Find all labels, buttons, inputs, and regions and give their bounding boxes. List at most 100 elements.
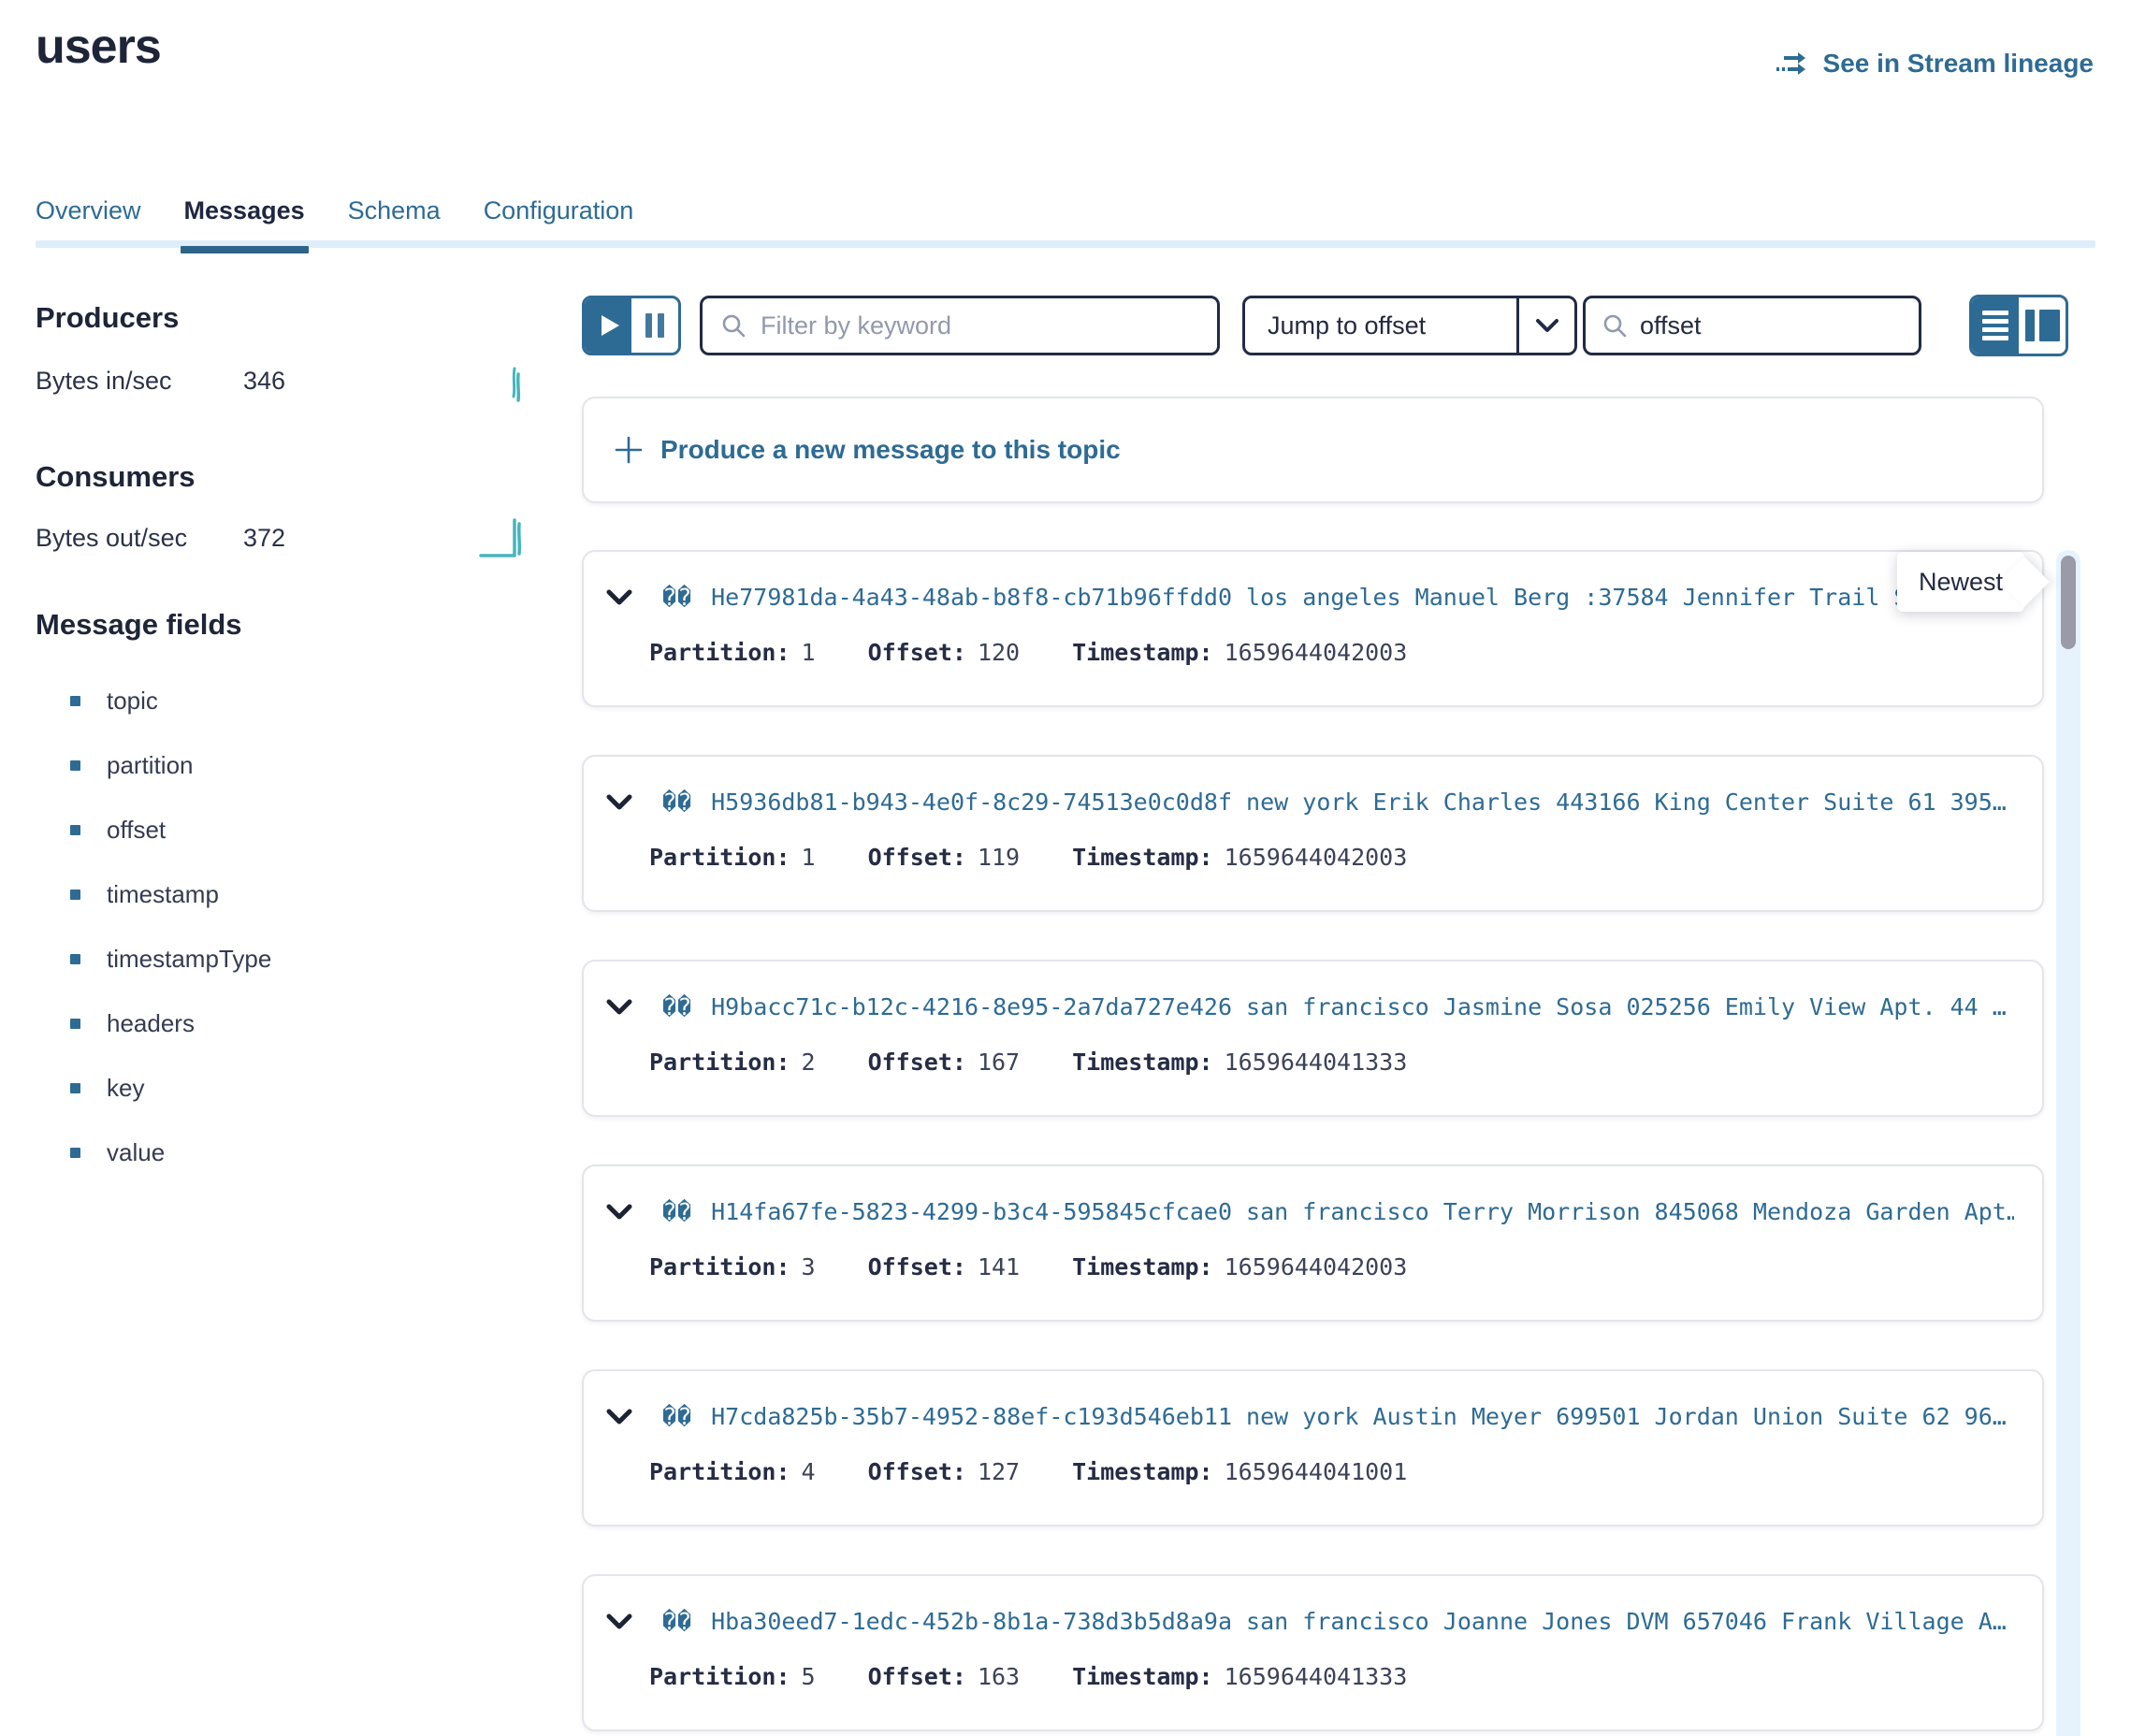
field-item-partition[interactable]: partition <box>36 751 428 780</box>
offset-value: 127 <box>978 1458 1020 1485</box>
message-row[interactable]: �� H9bacc71c-b12c-4216-8e95-2a7da727e426… <box>582 960 2044 1117</box>
chevron-down-icon[interactable] <box>606 1409 632 1425</box>
timestamp-value: 1659644041333 <box>1225 1663 1408 1690</box>
offset-label: Offset: <box>868 1253 966 1280</box>
field-item-offset[interactable]: offset <box>36 816 428 845</box>
message-row[interactable]: �� Hba30eed7-1edc-452b-8b1a-738d3b5d8a9a… <box>582 1574 2044 1731</box>
message-row[interactable]: �� H5936db81-b943-4e0f-8c29-74513e0c0d8f… <box>582 755 2044 912</box>
field-label: key <box>107 1074 144 1103</box>
partition-label: Partition: <box>649 1253 790 1280</box>
field-item-value[interactable]: value <box>36 1138 428 1167</box>
partition-value: 5 <box>802 1663 816 1690</box>
producers-sparkline <box>505 361 529 406</box>
partition-value: 4 <box>802 1458 816 1485</box>
timestamp-value: 1659644042003 <box>1225 639 1408 666</box>
keyword-filter-box <box>700 296 1220 355</box>
offset-search-input[interactable] <box>1640 311 1971 340</box>
offset-search-box <box>1583 296 1921 355</box>
message-key: H5936db81-b943-4e0f-8c29-74513e0c0d8f ne… <box>711 788 2007 816</box>
play-pause-toggle <box>582 296 681 355</box>
messages-scrollbar-track[interactable] <box>2056 550 2080 1736</box>
field-item-key[interactable]: key <box>36 1074 428 1103</box>
offset-value: 119 <box>978 844 1020 871</box>
list-view-button[interactable] <box>1972 297 2019 354</box>
message-meta: Partition:1 Offset:119 Timestamp:1659644… <box>649 844 2014 871</box>
field-item-timestamp[interactable]: timestamp <box>36 880 428 909</box>
column-view-button[interactable] <box>2019 297 2066 354</box>
topic-messages-page: users See in Stream lineage Overview Mes… <box>0 0 2131 1736</box>
message-key: Hba30eed7-1edc-452b-8b1a-738d3b5d8a9a sa… <box>711 1608 2007 1635</box>
timestamp-label: Timestamp: <box>1072 1663 1213 1690</box>
message-row[interactable]: �� H14fa67fe-5823-4299-b3c4-595845cfcae0… <box>582 1165 2044 1322</box>
field-label: offset <box>107 816 166 845</box>
field-label: headers <box>107 1009 195 1038</box>
bytes-out-value: 372 <box>243 524 285 553</box>
tab-messages[interactable]: Messages <box>184 196 305 253</box>
search-icon <box>1601 311 1629 340</box>
chevron-down-icon[interactable] <box>606 794 632 811</box>
field-bullet-icon <box>70 890 80 900</box>
field-item-headers[interactable]: headers <box>36 1009 428 1038</box>
field-bullet-icon <box>70 760 80 771</box>
chevron-down-icon[interactable] <box>606 999 632 1016</box>
field-bullet-icon <box>70 1019 80 1029</box>
consumers-heading: Consumers <box>36 460 196 494</box>
binary-glyph-badge: �� <box>662 993 692 1020</box>
stream-lineage-icon <box>1775 49 1812 79</box>
timestamp-label: Timestamp: <box>1072 1253 1213 1280</box>
message-meta: Partition:5 Offset:163 Timestamp:1659644… <box>649 1663 2014 1690</box>
chevron-down-icon[interactable] <box>606 589 632 606</box>
partition-value: 2 <box>802 1049 816 1076</box>
binary-glyph-badge: �� <box>662 1608 692 1635</box>
play-button[interactable] <box>585 298 631 353</box>
produce-message-button[interactable]: Produce a new message to this topic <box>582 397 2044 503</box>
offset-value: 141 <box>978 1253 1020 1280</box>
tab-schema[interactable]: Schema <box>348 196 441 253</box>
timestamp-value: 1659644042003 <box>1225 1253 1408 1280</box>
offset-label: Offset: <box>868 639 966 666</box>
timestamp-value: 1659644042003 <box>1225 844 1408 871</box>
play-icon <box>602 315 619 336</box>
offset-label: Offset: <box>868 1663 966 1690</box>
timestamp-value: 1659644041333 <box>1225 1049 1408 1076</box>
message-meta: Partition:2 Offset:167 Timestamp:1659644… <box>649 1049 2014 1076</box>
chevron-down-icon[interactable] <box>606 1613 632 1630</box>
field-label: timestamp <box>107 880 219 909</box>
pause-button[interactable] <box>631 298 678 353</box>
message-row[interactable]: �� H7cda825b-35b7-4952-88ef-c193d546eb11… <box>582 1369 2044 1526</box>
newest-tooltip-label: Newest <box>1919 568 2003 597</box>
message-row[interactable]: �� He77981da-4a43-48ab-b8f8-cb71b96ffdd0… <box>582 550 2044 707</box>
field-item-timestamptype[interactable]: timestampType <box>36 945 428 974</box>
bytes-out-label: Bytes out/sec <box>36 524 243 553</box>
field-label: value <box>107 1138 165 1167</box>
timestamp-label: Timestamp: <box>1072 1049 1213 1076</box>
list-view-icon <box>1982 311 2008 340</box>
partition-value: 1 <box>802 844 816 871</box>
bytes-out-metric: Bytes out/sec 372 <box>36 524 541 553</box>
message-key: H14fa67fe-5823-4299-b3c4-595845cfcae0 sa… <box>711 1198 2014 1225</box>
messages-scrollbar-thumb[interactable] <box>2061 556 2076 649</box>
consumers-sparkline <box>479 511 526 559</box>
plus-icon <box>614 435 644 465</box>
field-item-topic[interactable]: topic <box>36 687 428 716</box>
jump-to-offset-select[interactable]: Jump to offset <box>1242 296 1577 355</box>
field-label: topic <box>107 687 158 716</box>
column-view-icon <box>2025 310 2060 341</box>
tab-bar: Overview Messages Schema Configuration <box>36 196 633 253</box>
keyword-filter-input[interactable] <box>761 311 1200 340</box>
newest-tooltip: Newest <box>1897 552 2024 612</box>
message-fields-heading: Message fields <box>36 608 242 642</box>
timestamp-value: 1659644041001 <box>1225 1458 1408 1485</box>
tab-configuration[interactable]: Configuration <box>484 196 634 253</box>
chevron-down-icon <box>1516 298 1574 353</box>
field-label: partition <box>107 751 194 780</box>
partition-label: Partition: <box>649 639 790 666</box>
tab-overview[interactable]: Overview <box>36 196 141 253</box>
partition-label: Partition: <box>649 1049 790 1076</box>
see-in-stream-lineage-link[interactable]: See in Stream lineage <box>1775 49 2094 79</box>
chevron-down-icon[interactable] <box>606 1204 632 1221</box>
offset-label: Offset: <box>868 1458 966 1485</box>
producers-heading: Producers <box>36 301 179 335</box>
field-bullet-icon <box>70 696 80 706</box>
field-bullet-icon <box>70 954 80 964</box>
